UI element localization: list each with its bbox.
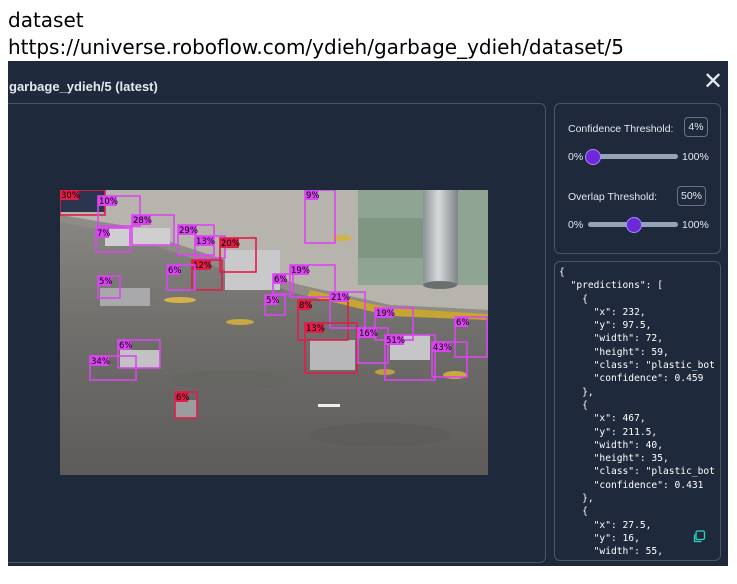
detection-confidence-label: 6% xyxy=(176,393,190,403)
detection-box: 43% xyxy=(431,341,468,378)
overlap-value-input[interactable]: 50% xyxy=(677,186,706,206)
detections-layer: 30%10%28%7% 29%13% 20%9%12%6%5%19%6%5% 8%21… xyxy=(60,190,488,419)
close-icon[interactable]: ✕ xyxy=(702,69,724,93)
model-preview-panel: garbage_ydieh/5 (latest) ✕ 30% 10% 28% 7… xyxy=(8,61,728,566)
confidence-slider-track[interactable] xyxy=(588,154,678,159)
detection-confidence-label: 21% xyxy=(331,293,350,303)
detection-confidence-label: 29% xyxy=(179,226,198,236)
overlap-slider-thumb[interactable] xyxy=(626,217,642,233)
detection-box: 13% xyxy=(304,322,358,374)
overlap-label: Overlap Threshold: xyxy=(568,191,658,203)
detection-confidence-label: 20% xyxy=(221,239,240,249)
detection-confidence-label: 6% xyxy=(274,275,288,285)
confidence-min-label: 0% xyxy=(568,151,584,163)
overlap-min-label: 0% xyxy=(568,219,584,231)
detection-confidence-label: 8% xyxy=(299,301,313,311)
model-title: garbage_ydieh/5 (latest) xyxy=(9,79,158,94)
json-output-panel[interactable]: { "predictions": [ { "x": 232, "y": 97.5… xyxy=(554,261,721,561)
detection-confidence-label: 5% xyxy=(266,296,280,306)
detection-confidence-label: 5% xyxy=(99,277,113,287)
detection-box: 7% xyxy=(95,227,131,253)
detection-confidence-label: 19% xyxy=(376,309,395,319)
detection-box: 19% xyxy=(289,264,336,298)
copy-icon[interactable] xyxy=(692,530,706,544)
detection-box: 5% xyxy=(264,294,286,316)
detection-confidence-label: 10% xyxy=(99,197,118,207)
detection-confidence-label: 34% xyxy=(91,357,110,367)
overlap-max-label: 100% xyxy=(682,219,709,231)
image-viewer: 30% 10% 28% 7% 29% 13% 20% 9% 12% 6% 5% 19% 6% 5% 8% 21… xyxy=(8,103,546,563)
detection-confidence-label: 19% xyxy=(291,266,310,276)
detection-box: 16% xyxy=(357,327,389,364)
detection-box: 6% xyxy=(174,391,198,419)
confidence-max-label: 100% xyxy=(682,151,709,163)
detection-box: 6% xyxy=(454,316,488,358)
detection-box: 6% xyxy=(166,264,196,291)
detection-confidence-label: 6% xyxy=(456,318,470,328)
detection-confidence-label: 28% xyxy=(133,216,152,226)
json-output-text: { "predictions": [ { "x": 232, "y": 97.5… xyxy=(559,267,715,558)
detection-confidence-label: 30% xyxy=(61,191,80,201)
detection-confidence-label: 13% xyxy=(196,237,215,247)
confidence-slider-thumb[interactable] xyxy=(584,149,601,165)
detection-box: 9% xyxy=(304,190,336,244)
confidence-value-input[interactable]: 4% xyxy=(684,117,708,137)
detection-confidence-label: 51% xyxy=(386,336,405,346)
threshold-settings: Confidence Threshold: 4% 0% 100% Overlap… xyxy=(554,103,721,254)
detection-box: 5% xyxy=(97,275,121,299)
detection-confidence-label: 12% xyxy=(193,261,212,271)
detection-box: 28% xyxy=(131,214,175,246)
dataset-url: https://universe.roboflow.com/ydieh/garb… xyxy=(8,35,624,59)
detection-box: 6% xyxy=(117,339,161,369)
detection-confidence-label: 6% xyxy=(119,341,133,351)
street-photo: 30% 10% 28% 7% 29% 13% 20% 9% 12% 6% 5% 19% 6% 5% 8% 21… xyxy=(60,190,488,475)
confidence-label: Confidence Threshold: xyxy=(568,123,674,135)
detection-confidence-label: 16% xyxy=(359,329,378,339)
detection-box: 51% xyxy=(384,334,436,381)
detection-confidence-label: 13% xyxy=(306,324,325,334)
detection-box: 12% xyxy=(191,259,223,291)
detection-confidence-label: 9% xyxy=(306,191,320,201)
detection-confidence-label: 43% xyxy=(433,343,452,353)
detection-confidence-label: 6% xyxy=(168,266,182,276)
detection-confidence-label: 7% xyxy=(97,229,111,239)
page-heading: dataset xyxy=(8,8,84,32)
